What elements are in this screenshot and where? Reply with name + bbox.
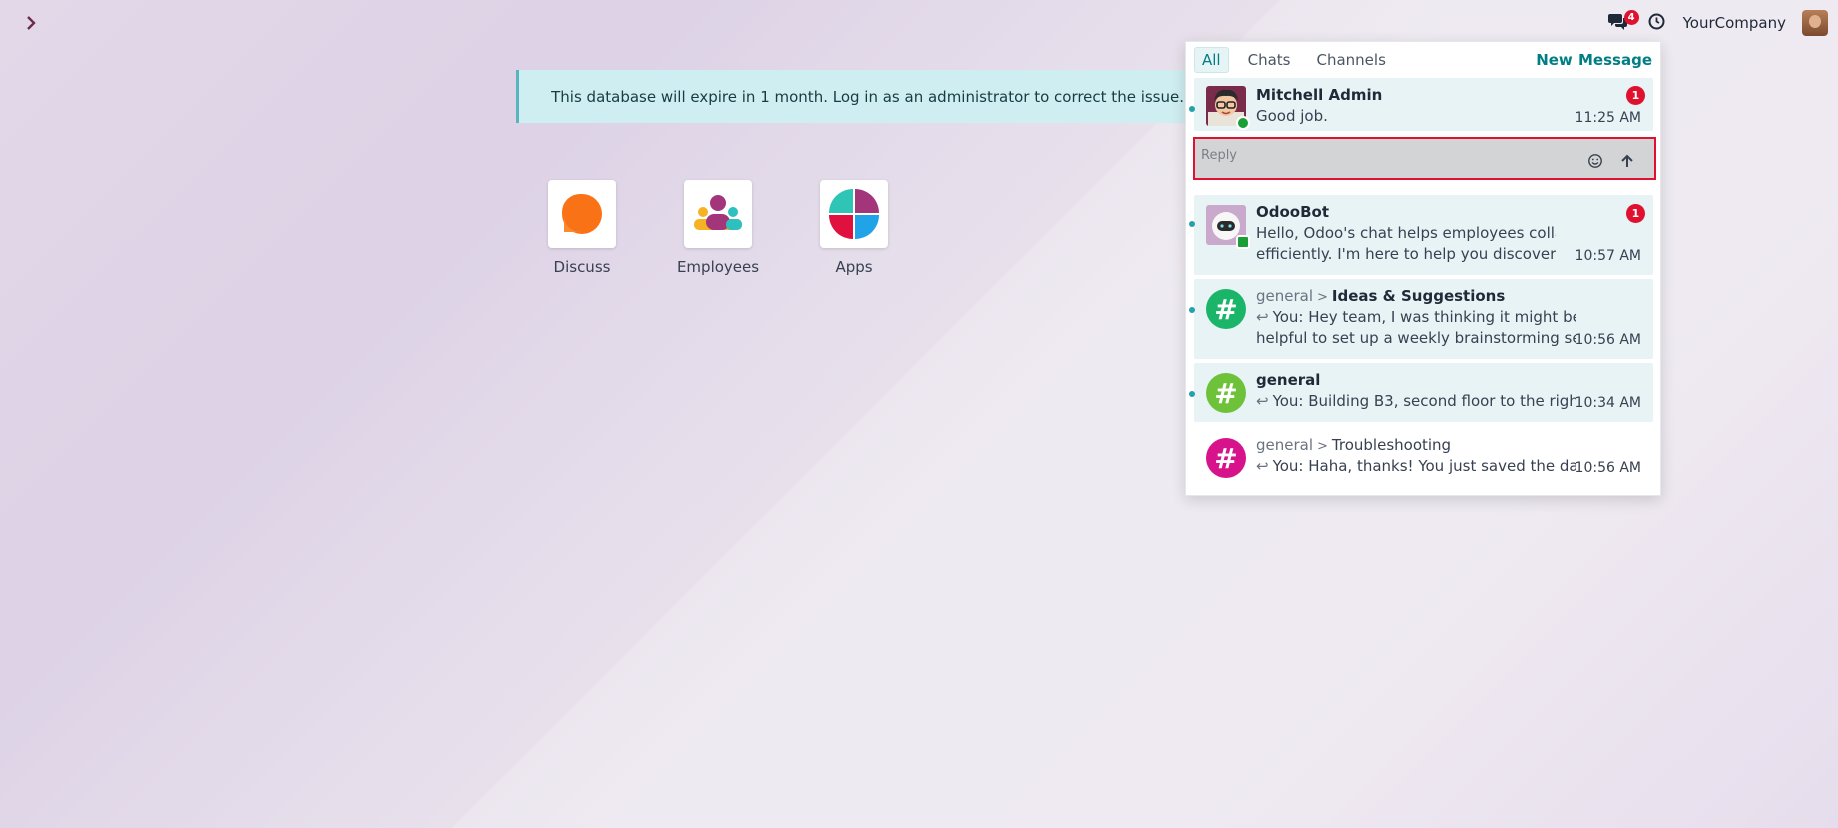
subchannel-name: Ideas & Suggestions	[1331, 287, 1506, 305]
user-avatar[interactable]	[1802, 10, 1828, 36]
thread-name: general	[1256, 371, 1321, 389]
thread-name: OdooBot	[1256, 203, 1330, 221]
preview-text: You: Haha, thanks! You just saved the da…	[1272, 457, 1576, 475]
send-arrow-icon[interactable]	[1619, 153, 1635, 169]
thread-preview-line1: Hello, Odoo's chat helps employees colla…	[1256, 224, 1556, 242]
employees-icon	[684, 180, 752, 248]
company-switcher[interactable]: YourCompany	[1683, 14, 1786, 32]
systray: 4 YourCompany	[1603, 0, 1838, 46]
messaging-dropdown: All Chats Channels New Message Mitchell …	[1185, 41, 1661, 496]
app-label: Employees	[676, 258, 760, 276]
database-expiration-banner: This database will expire in 1 month. Lo…	[516, 70, 1186, 123]
thread-time: 10:56 AM	[1574, 460, 1641, 476]
thread-preview: ↩ You: Building B3, second floor to the r…	[1256, 391, 1576, 412]
app-label: Apps	[835, 258, 873, 276]
thread-name: general > Troubleshooting	[1256, 436, 1451, 454]
app-apps[interactable]: Apps	[820, 180, 888, 276]
messaging-header: All Chats Channels New Message	[1186, 42, 1660, 78]
chevron-right-icon: >	[1317, 290, 1328, 305]
hashtag-icon: #	[1206, 373, 1246, 413]
heart-status-icon	[1236, 235, 1250, 249]
clock-icon	[1648, 13, 1665, 34]
thread-mitchell-admin[interactable]: Mitchell Admin Good job. 1 11:25 AM	[1189, 78, 1653, 131]
thread-time: 10:34 AM	[1574, 395, 1641, 411]
chevron-right-icon: >	[1317, 439, 1328, 454]
thread-name: general > Ideas & Suggestions	[1256, 287, 1505, 305]
thread-preview: ↩ You: Haha, thanks! You just saved the d…	[1256, 456, 1576, 477]
tab-channels[interactable]: Channels	[1309, 48, 1392, 72]
parent-channel: general	[1256, 436, 1314, 454]
avatar: #	[1206, 438, 1246, 478]
subchannel-name: Troubleshooting	[1331, 436, 1452, 454]
banner-text: This database will expire in 1 month. Lo…	[551, 87, 1184, 106]
app-label: Discuss	[553, 258, 611, 276]
unread-indicator	[1189, 391, 1195, 397]
avatar: #	[1206, 373, 1246, 413]
unread-indicator	[1189, 221, 1195, 227]
thread-preview: Good job.	[1256, 107, 1328, 125]
app-employees[interactable]: Employees	[677, 180, 759, 276]
chevron-right-icon[interactable]	[18, 10, 44, 36]
chat-count-badge: 4	[1623, 10, 1639, 25]
app-grid: Discuss Employees Apps	[548, 180, 888, 276]
new-message-button[interactable]: New Message	[1536, 51, 1652, 69]
preview-text: You: Building B3, second floor to the ri…	[1272, 392, 1576, 410]
avatar: #	[1206, 289, 1246, 329]
unread-indicator	[1189, 307, 1195, 313]
preview-text: You: Hey team, I was thinking it might b…	[1272, 308, 1576, 326]
thread-time: 10:56 AM	[1574, 332, 1641, 348]
tab-all[interactable]: All	[1194, 47, 1229, 73]
unread-count-badge: 1	[1626, 86, 1645, 105]
avatar	[1206, 205, 1250, 249]
reply-arrow-icon: ↩	[1256, 392, 1269, 410]
reply-composer	[1193, 137, 1656, 180]
thread-preview-line2: efficiently. I'm here to help you discov…	[1256, 245, 1556, 263]
parent-channel: general	[1256, 287, 1314, 305]
discuss-icon	[548, 180, 616, 248]
thread-time: 10:57 AM	[1574, 248, 1641, 264]
top-navbar: 4 YourCompany	[0, 0, 1838, 46]
thread-general[interactable]: # general ↩ You: Building B3, second floo…	[1189, 363, 1653, 422]
thread-preview-line1: ↩ You: Hey team, I was thinking it might …	[1256, 307, 1576, 328]
emoji-icon[interactable]	[1587, 153, 1603, 169]
thread-time: 11:25 AM	[1574, 110, 1641, 126]
apps-icon	[820, 180, 888, 248]
thread-preview-line2: helpful to set up a weekly brainstorming…	[1256, 329, 1576, 347]
thread-ideas-suggestions[interactable]: # general > Ideas & Suggestions ↩ You: Hey …	[1189, 279, 1653, 359]
avatar	[1206, 86, 1250, 130]
reply-arrow-icon: ↩	[1256, 308, 1269, 326]
hashtag-icon: #	[1206, 289, 1246, 329]
thread-odoobot[interactable]: OdooBot Hello, Odoo's chat helps employe…	[1189, 195, 1653, 275]
reply-arrow-icon: ↩	[1256, 457, 1269, 475]
reply-input[interactable]	[1201, 145, 1561, 165]
online-status-icon	[1236, 116, 1250, 130]
hashtag-icon: #	[1206, 438, 1246, 478]
app-discuss[interactable]: Discuss	[548, 180, 616, 276]
tab-chats[interactable]: Chats	[1241, 48, 1298, 72]
thread-name: Mitchell Admin	[1256, 86, 1383, 104]
thread-troubleshooting[interactable]: # general > Troubleshooting ↩ You: Haha, th…	[1194, 428, 1653, 487]
messaging-menu-button[interactable]: 4	[1603, 0, 1639, 46]
unread-count-badge: 1	[1626, 204, 1645, 223]
activity-menu-button[interactable]	[1645, 0, 1669, 46]
unread-indicator	[1189, 106, 1195, 112]
